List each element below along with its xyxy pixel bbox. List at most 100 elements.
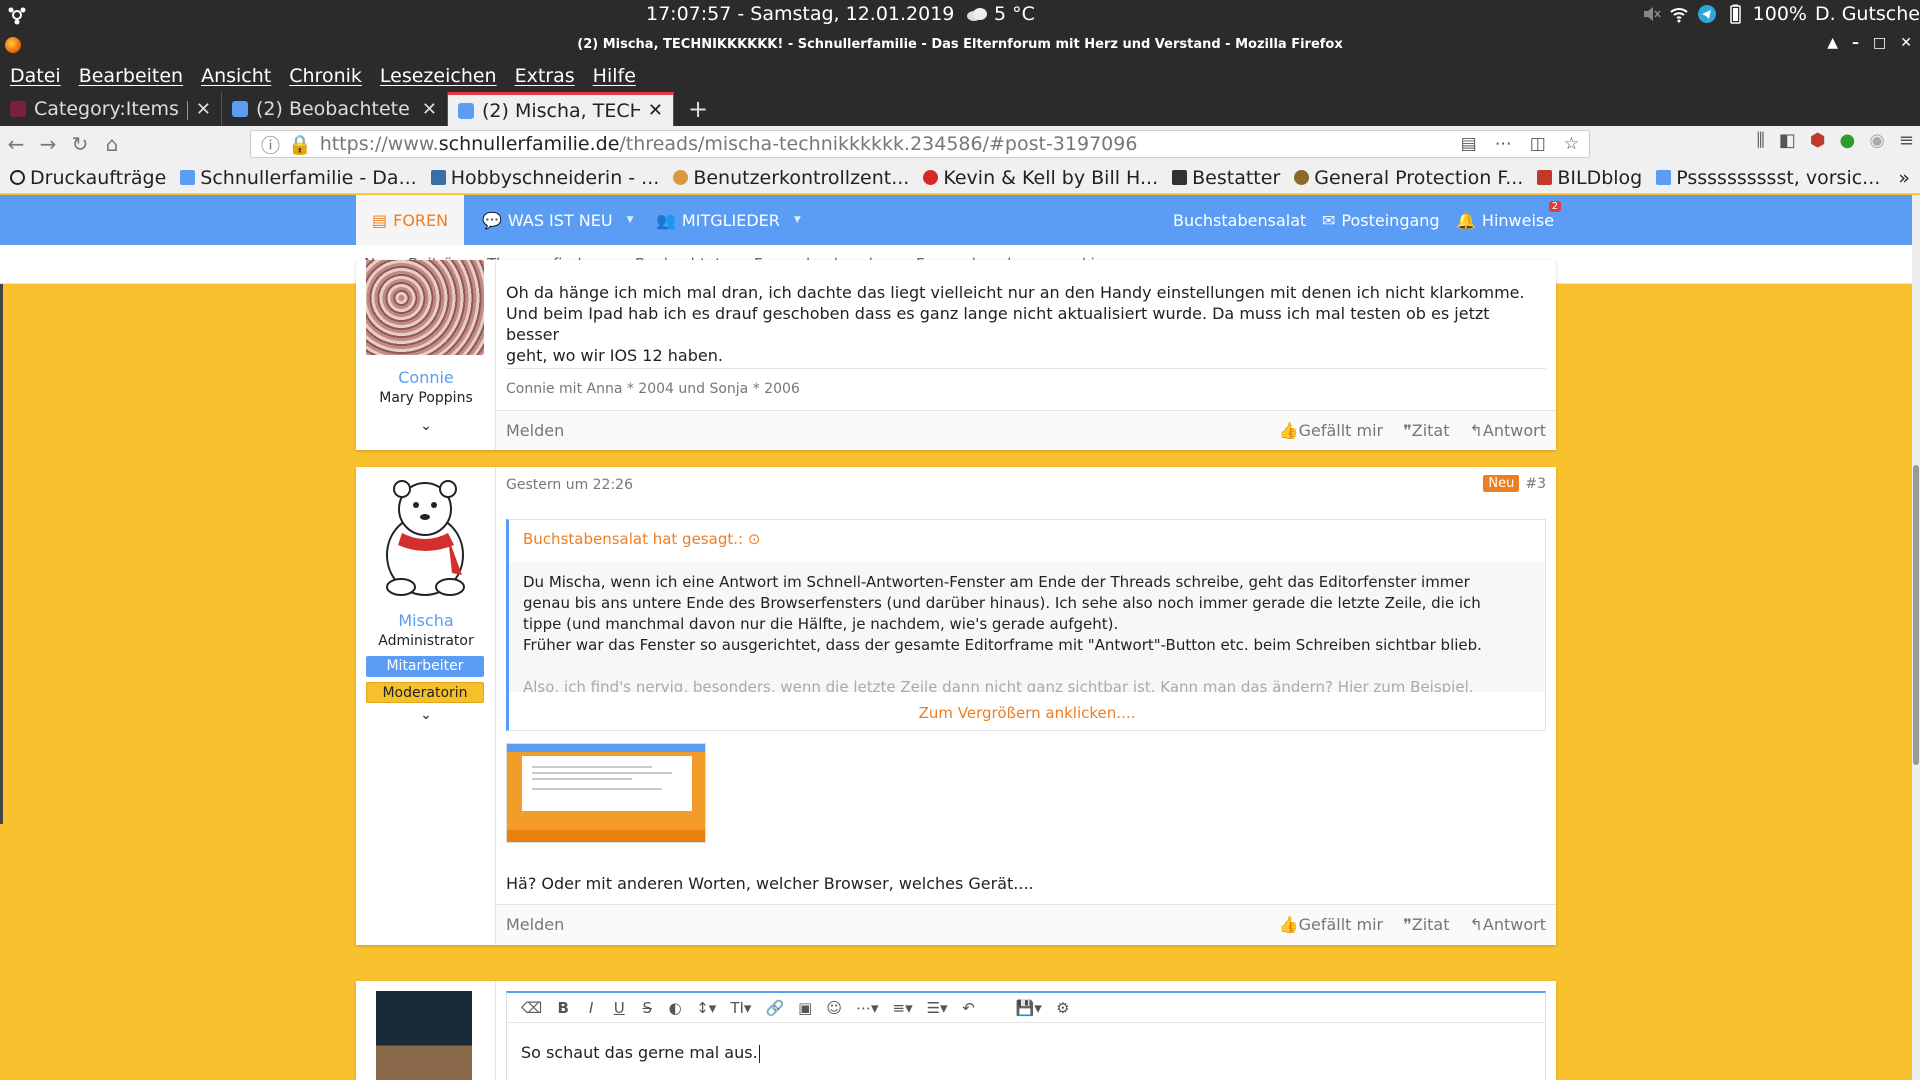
chevron-down-icon[interactable]: ⌄ xyxy=(356,707,496,723)
bookmark-item[interactable]: Hobbyschneiderin - ... xyxy=(430,167,659,189)
url-bar[interactable]: ⓘ 🔒 https://www.schnullerfamilie.de/thre… xyxy=(250,130,1590,158)
system-clock[interactable]: 17:07:57 - Samstag, 12.01.2019 xyxy=(646,3,954,25)
strikethrough-icon[interactable]: S xyxy=(640,999,654,1017)
bookmark-item[interactable]: Psssssssssst, vorsic... xyxy=(1656,167,1880,189)
font-family-icon[interactable]: TI▾ xyxy=(730,999,751,1017)
reload-button[interactable]: ↻ xyxy=(64,128,96,160)
bookmark-item[interactable]: BILDblog xyxy=(1537,167,1642,189)
nav-was-ist-neu[interactable]: 💬 WAS IST NEU ▼ xyxy=(482,195,634,245)
dropdown-icon[interactable]: ▼ xyxy=(627,215,634,225)
reader-view-icon[interactable]: ▤ xyxy=(1461,134,1477,154)
tab-category-items[interactable]: Category:Items | ✕ xyxy=(0,92,222,126)
author-name[interactable]: Mischa xyxy=(356,611,496,630)
volume-muted-icon[interactable] xyxy=(1641,4,1661,24)
menu-ansicht[interactable]: Ansicht xyxy=(201,65,271,87)
session-user[interactable]: D. Gutsche xyxy=(1815,3,1920,25)
text-color-icon[interactable]: ◐ xyxy=(668,999,682,1017)
like-button[interactable]: 👍Gefällt mir xyxy=(1279,421,1383,440)
nav-posteingang[interactable]: ✉ Posteingang xyxy=(1322,195,1440,245)
bookmark-item[interactable]: General Protection F... xyxy=(1294,167,1523,189)
quote-button[interactable]: ❞Zitat xyxy=(1403,915,1449,934)
undo-icon[interactable]: ↶ xyxy=(962,999,976,1017)
sidebar-icon[interactable]: ◧ xyxy=(1779,130,1796,151)
library-icon[interactable]: ⫼ xyxy=(1756,130,1764,151)
bold-icon[interactable]: B xyxy=(556,999,570,1017)
ublock-icon[interactable]: ⬢ xyxy=(1810,130,1826,151)
image-icon[interactable]: ▣ xyxy=(798,999,812,1017)
quote-button[interactable]: ❞Zitat xyxy=(1403,421,1449,440)
bookmark-item[interactable]: Druckaufträge xyxy=(10,167,166,189)
system-menu-icon[interactable] xyxy=(6,4,28,26)
link-icon[interactable]: 🔗 xyxy=(765,999,784,1017)
dropdown-icon[interactable]: ▼ xyxy=(794,215,801,225)
menu-hilfe[interactable]: Hilfe xyxy=(593,65,636,87)
minimize-icon[interactable]: – xyxy=(1852,35,1859,51)
new-tab-button[interactable]: + xyxy=(674,92,722,126)
menu-lesezeichen[interactable]: Lesezeichen xyxy=(380,65,497,87)
quote-author-link[interactable]: Buchstabensalat hat gesagt.: ⊙ xyxy=(523,530,760,548)
tab-close-icon[interactable]: ✕ xyxy=(422,99,437,120)
tab-close-icon[interactable]: ✕ xyxy=(196,99,211,120)
home-button[interactable]: ⌂ xyxy=(96,128,128,160)
avatar[interactable] xyxy=(366,475,484,601)
bookmark-item[interactable]: Benutzerkontrollzent... xyxy=(673,167,909,189)
report-link[interactable]: Melden xyxy=(506,421,564,440)
smiley-icon[interactable]: ☺ xyxy=(826,999,842,1017)
forward-button[interactable]: → xyxy=(32,128,64,160)
more-options-icon[interactable]: ⋯▾ xyxy=(856,999,879,1017)
attached-screenshot-thumbnail[interactable] xyxy=(506,743,706,843)
nav-mitglieder[interactable]: 👥 MITGLIEDER ▼ xyxy=(656,195,801,245)
tab-mischa-technik[interactable]: (2) Mischa, TECHI ✕ xyxy=(448,92,674,126)
settings-gear-icon[interactable]: ⚙ xyxy=(1056,999,1070,1017)
menu-extras[interactable]: Extras xyxy=(515,65,575,87)
tab-close-icon[interactable]: ✕ xyxy=(648,100,663,121)
page-scrollbar[interactable] xyxy=(1912,195,1920,1080)
font-size-icon[interactable]: ↕▾ xyxy=(696,999,716,1017)
editor-content[interactable]: So schaut das gerne mal aus. xyxy=(521,1043,760,1063)
wifi-icon[interactable] xyxy=(1669,4,1689,24)
battery-icon[interactable] xyxy=(1725,4,1745,24)
nav-foren[interactable]: ▤ FOREN xyxy=(356,195,465,245)
pocket-icon[interactable]: ◫ xyxy=(1530,134,1546,154)
post-timestamp[interactable]: Gestern um 22:26 xyxy=(506,477,633,493)
site-info-icon[interactable]: ⓘ xyxy=(261,131,280,158)
list-icon[interactable]: ☰▾ xyxy=(927,999,948,1017)
reply-button[interactable]: ↰Antwort xyxy=(1470,421,1547,440)
back-button[interactable]: ← xyxy=(0,128,32,160)
author-name[interactable]: Connie xyxy=(356,368,496,387)
post-number[interactable]: #3 xyxy=(1525,476,1546,492)
reply-button[interactable]: ↰Antwort xyxy=(1470,915,1547,934)
menu-bearbeiten[interactable]: Bearbeiten xyxy=(79,65,183,87)
nav-hinweise[interactable]: 🔔 Hinweise 2 xyxy=(1456,195,1562,245)
hamburger-menu-icon[interactable]: ≡ xyxy=(1899,130,1914,151)
italic-icon[interactable]: I xyxy=(584,999,598,1017)
expand-quote-link[interactable]: Zum Vergrößern anklicken.... xyxy=(509,704,1545,722)
like-button[interactable]: 👍Gefällt mir xyxy=(1279,915,1383,934)
menu-datei[interactable]: Datei xyxy=(10,65,61,87)
scrollbar-thumb[interactable] xyxy=(1913,465,1919,765)
report-link[interactable]: Melden xyxy=(506,915,564,934)
bookmarks-overflow-icon[interactable]: » xyxy=(1898,167,1920,189)
underline-icon[interactable]: U xyxy=(612,999,626,1017)
extension-icon[interactable]: ◉ xyxy=(1869,130,1885,151)
menu-chronik[interactable]: Chronik xyxy=(289,65,362,87)
bookmark-item[interactable]: Bestatter xyxy=(1172,167,1280,189)
maximize-icon[interactable]: □ xyxy=(1873,35,1886,51)
nav-user-account[interactable]: Buchstabensalat xyxy=(1173,195,1306,245)
bookmark-item[interactable]: Schnullerfamilie - Da... xyxy=(180,167,417,189)
window-up-icon[interactable]: ▲ xyxy=(1827,35,1838,51)
bookmark-star-icon[interactable]: ☆ xyxy=(1564,134,1579,154)
telegram-icon[interactable] xyxy=(1697,4,1717,24)
align-icon[interactable]: ≡▾ xyxy=(893,999,913,1017)
extension-check-icon[interactable]: ● xyxy=(1839,130,1855,151)
close-icon[interactable]: ✕ xyxy=(1900,35,1912,51)
page-actions-icon[interactable]: ⋯ xyxy=(1495,134,1512,154)
drafts-icon[interactable]: 💾▾ xyxy=(1016,999,1042,1017)
weather-indicator[interactable]: 5 °C xyxy=(966,3,1035,25)
chevron-down-icon[interactable]: ⌄ xyxy=(356,418,496,434)
avatar[interactable] xyxy=(366,260,484,355)
bookmark-item[interactable]: Kevin & Kell by Bill H... xyxy=(923,167,1158,189)
reply-editor[interactable]: ⌫ B I U S ◐ ↕▾ TI▾ 🔗 ▣ ☺ ⋯▾ ≡▾ ☰▾ ↶ 💾▾ ⚙… xyxy=(506,991,1546,1080)
remove-format-icon[interactable]: ⌫ xyxy=(521,999,542,1017)
tab-beobachtete[interactable]: (2) Beobachtete T ✕ xyxy=(222,92,448,126)
